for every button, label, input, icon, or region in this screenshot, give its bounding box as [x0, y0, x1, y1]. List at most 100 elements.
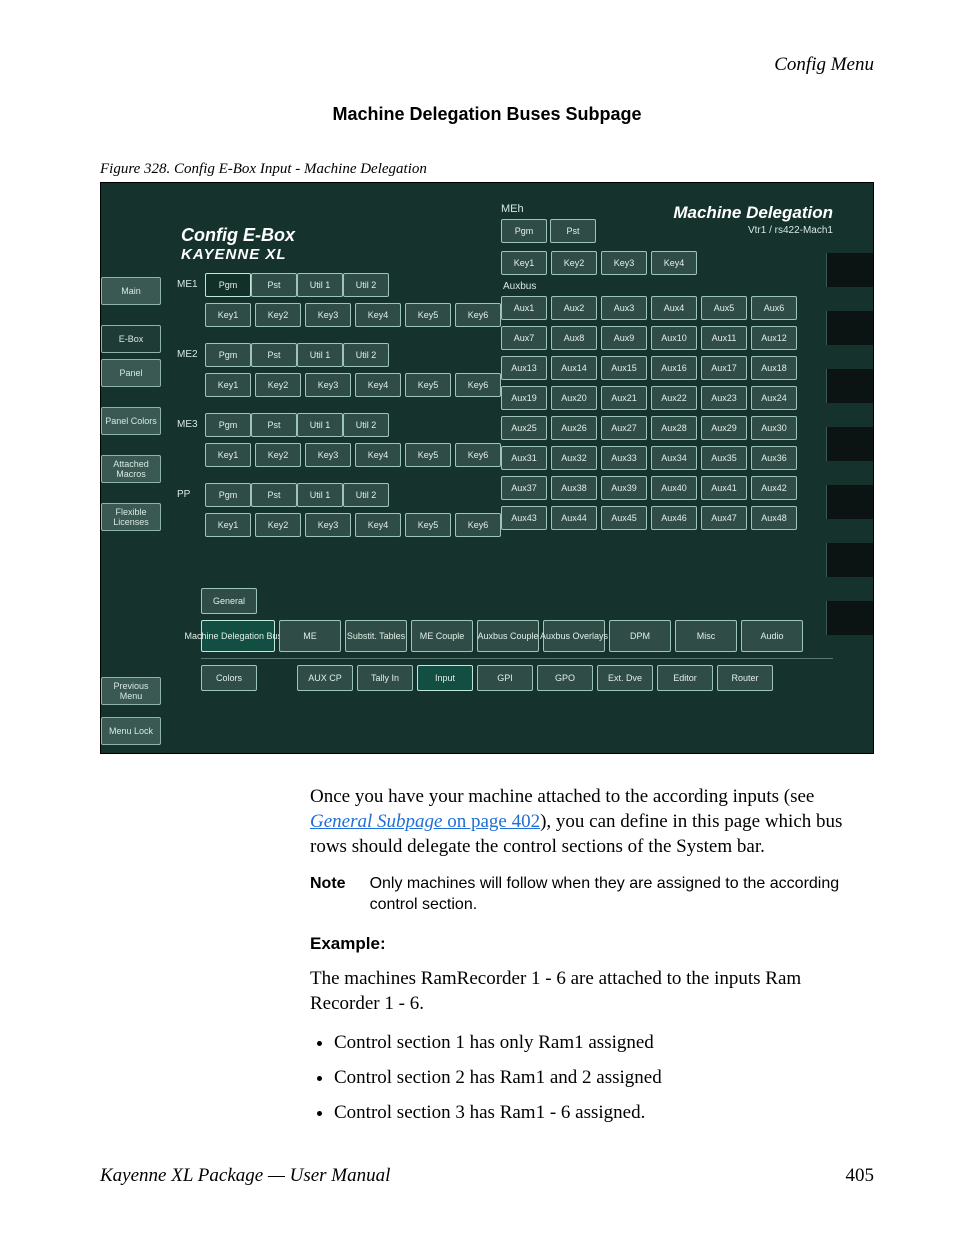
- aux13-button[interactable]: Aux13: [501, 356, 547, 380]
- aux20-button[interactable]: Aux20: [551, 386, 597, 410]
- aux4-button[interactable]: Aux4: [651, 296, 697, 320]
- tab-input[interactable]: Input: [417, 665, 473, 691]
- aux44-button[interactable]: Aux44: [551, 506, 597, 530]
- me2-pst-button[interactable]: Pst: [251, 343, 297, 367]
- aux15-button[interactable]: Aux15: [601, 356, 647, 380]
- pp-key5-button[interactable]: Key5: [405, 513, 451, 537]
- aux24-button[interactable]: Aux24: [751, 386, 797, 410]
- tab-general[interactable]: General: [201, 588, 257, 614]
- aux11-button[interactable]: Aux11: [701, 326, 747, 350]
- aux38-button[interactable]: Aux38: [551, 476, 597, 500]
- aux37-button[interactable]: Aux37: [501, 476, 547, 500]
- side-slot[interactable]: [826, 485, 873, 519]
- me3-key3-button[interactable]: Key3: [305, 443, 351, 467]
- aux42-button[interactable]: Aux42: [751, 476, 797, 500]
- tab-router[interactable]: Router: [717, 665, 773, 691]
- me3-util2-button[interactable]: Util 2: [343, 413, 389, 437]
- aux28-button[interactable]: Aux28: [651, 416, 697, 440]
- tab-dpm[interactable]: DPM: [609, 620, 671, 652]
- pp-key1-button[interactable]: Key1: [205, 513, 251, 537]
- me2-util2-button[interactable]: Util 2: [343, 343, 389, 367]
- meh-pst-button[interactable]: Pst: [550, 219, 596, 243]
- meh-key2-button[interactable]: Key2: [551, 251, 597, 275]
- sidebar-item-panel-colors[interactable]: Panel Colors: [101, 407, 161, 435]
- me1-key6-button[interactable]: Key6: [455, 303, 501, 327]
- aux22-button[interactable]: Aux22: [651, 386, 697, 410]
- tab-me[interactable]: ME: [279, 620, 341, 652]
- me3-key4-button[interactable]: Key4: [355, 443, 401, 467]
- aux45-button[interactable]: Aux45: [601, 506, 647, 530]
- pp-key4-button[interactable]: Key4: [355, 513, 401, 537]
- aux35-button[interactable]: Aux35: [701, 446, 747, 470]
- aux26-button[interactable]: Aux26: [551, 416, 597, 440]
- aux48-button[interactable]: Aux48: [751, 506, 797, 530]
- aux36-button[interactable]: Aux36: [751, 446, 797, 470]
- aux23-button[interactable]: Aux23: [701, 386, 747, 410]
- aux29-button[interactable]: Aux29: [701, 416, 747, 440]
- me2-util1-button[interactable]: Util 1: [297, 343, 343, 367]
- tab-editor[interactable]: Editor: [657, 665, 713, 691]
- sidebar-item-previous-menu[interactable]: Previous Menu: [101, 677, 161, 705]
- aux31-button[interactable]: Aux31: [501, 446, 547, 470]
- sidebar-item-e-box[interactable]: E-Box: [101, 325, 161, 353]
- sidebar-item-attached-macros[interactable]: Attached Macros: [101, 455, 161, 483]
- side-slot[interactable]: [826, 543, 873, 577]
- aux46-button[interactable]: Aux46: [651, 506, 697, 530]
- tab-misc[interactable]: Misc: [675, 620, 737, 652]
- tab-colors[interactable]: Colors: [201, 665, 257, 691]
- tab-gpo[interactable]: GPO: [537, 665, 593, 691]
- me3-util1-button[interactable]: Util 1: [297, 413, 343, 437]
- me1-key1-button[interactable]: Key1: [205, 303, 251, 327]
- pp-key2-button[interactable]: Key2: [255, 513, 301, 537]
- aux25-button[interactable]: Aux25: [501, 416, 547, 440]
- tab-substit-tables[interactable]: Substit. Tables: [345, 620, 407, 652]
- sidebar-item-main[interactable]: Main: [101, 277, 161, 305]
- me1-pgm-button[interactable]: Pgm: [205, 273, 251, 297]
- me3-key6-button[interactable]: Key6: [455, 443, 501, 467]
- sidebar-item-panel[interactable]: Panel: [101, 359, 161, 387]
- aux1-button[interactable]: Aux1: [501, 296, 547, 320]
- me3-key2-button[interactable]: Key2: [255, 443, 301, 467]
- aux18-button[interactable]: Aux18: [751, 356, 797, 380]
- aux41-button[interactable]: Aux41: [701, 476, 747, 500]
- me1-key4-button[interactable]: Key4: [355, 303, 401, 327]
- tab-gpi[interactable]: GPI: [477, 665, 533, 691]
- me2-key4-button[interactable]: Key4: [355, 373, 401, 397]
- side-slot[interactable]: [826, 253, 873, 287]
- aux27-button[interactable]: Aux27: [601, 416, 647, 440]
- me2-key1-button[interactable]: Key1: [205, 373, 251, 397]
- aux6-button[interactable]: Aux6: [751, 296, 797, 320]
- aux21-button[interactable]: Aux21: [601, 386, 647, 410]
- tab-auxbus-overlays[interactable]: Auxbus Overlays: [543, 620, 605, 652]
- aux32-button[interactable]: Aux32: [551, 446, 597, 470]
- me1-util2-button[interactable]: Util 2: [343, 273, 389, 297]
- general-subpage-link[interactable]: General Subpage on page 402: [310, 811, 540, 832]
- side-slot[interactable]: [826, 369, 873, 403]
- aux8-button[interactable]: Aux8: [551, 326, 597, 350]
- me1-key2-button[interactable]: Key2: [255, 303, 301, 327]
- me2-key6-button[interactable]: Key6: [455, 373, 501, 397]
- meh-pgm-button[interactable]: Pgm: [501, 219, 547, 243]
- aux2-button[interactable]: Aux2: [551, 296, 597, 320]
- aux12-button[interactable]: Aux12: [751, 326, 797, 350]
- meh-key1-button[interactable]: Key1: [501, 251, 547, 275]
- me2-key3-button[interactable]: Key3: [305, 373, 351, 397]
- me2-pgm-button[interactable]: Pgm: [205, 343, 251, 367]
- aux3-button[interactable]: Aux3: [601, 296, 647, 320]
- aux43-button[interactable]: Aux43: [501, 506, 547, 530]
- aux39-button[interactable]: Aux39: [601, 476, 647, 500]
- tab-machine-delegation-buses[interactable]: Machine Delegation Buses: [201, 620, 275, 652]
- aux7-button[interactable]: Aux7: [501, 326, 547, 350]
- aux19-button[interactable]: Aux19: [501, 386, 547, 410]
- aux40-button[interactable]: Aux40: [651, 476, 697, 500]
- pp-pgm-button[interactable]: Pgm: [205, 483, 251, 507]
- aux17-button[interactable]: Aux17: [701, 356, 747, 380]
- me1-key5-button[interactable]: Key5: [405, 303, 451, 327]
- me3-pst-button[interactable]: Pst: [251, 413, 297, 437]
- me3-key1-button[interactable]: Key1: [205, 443, 251, 467]
- me1-util1-button[interactable]: Util 1: [297, 273, 343, 297]
- side-slot[interactable]: [826, 601, 873, 635]
- pp-util2-button[interactable]: Util 2: [343, 483, 389, 507]
- tab-auxbus-couple[interactable]: Auxbus Couple: [477, 620, 539, 652]
- tab-aux-cp[interactable]: AUX CP: [297, 665, 353, 691]
